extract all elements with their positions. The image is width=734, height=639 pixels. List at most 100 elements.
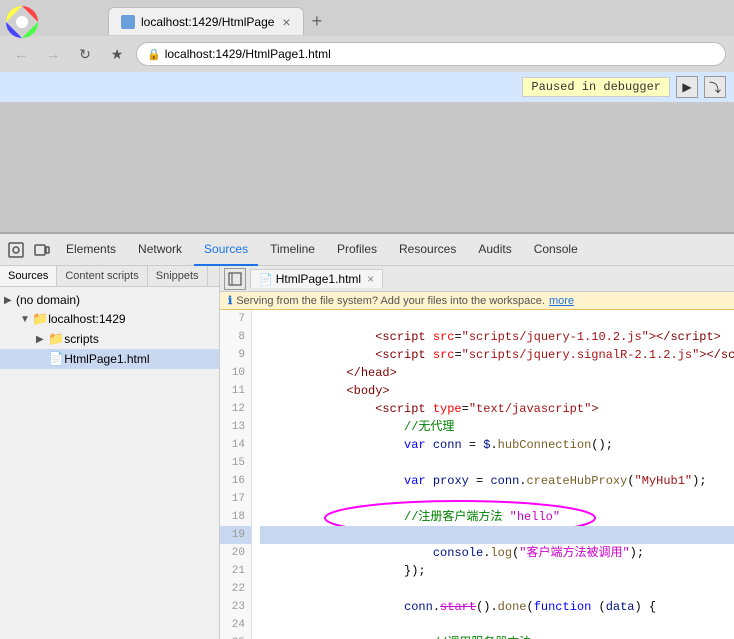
tab-console[interactable]: Console [524, 234, 588, 266]
code-line-21 [260, 562, 734, 580]
browser-content-area [0, 102, 734, 232]
line-num-25: 25 [220, 634, 251, 639]
line-num-11: 11 [220, 382, 251, 400]
active-tab[interactable]: localhost:1429/HtmlPage × [108, 7, 304, 35]
refresh-button[interactable]: ↻ [72, 41, 98, 67]
tab-elements[interactable]: Elements [56, 234, 126, 266]
sidebar-panel: Sources Content scripts Snippets ▶ (no d… [0, 266, 220, 639]
sidebar-tab-snippets[interactable]: Snippets [148, 266, 208, 286]
debugger-banner: Paused in debugger ▶ ⤵ [0, 72, 734, 102]
new-tab-button[interactable]: + [312, 12, 323, 30]
tree-item-htmlpage[interactable]: 📄 HtmlPage1.html [0, 349, 219, 369]
line-num-23: 23 [220, 598, 251, 616]
tab-favicon [121, 15, 135, 29]
code-line-25: proxy.invoke("Hello"); [260, 634, 734, 639]
line-num-14: 14 [220, 436, 251, 454]
code-line-15: var proxy = conn.createHubProxy("MyHub1"… [260, 454, 734, 472]
line-num-19: 19 [220, 526, 251, 544]
code-tab-close-button[interactable]: × [367, 272, 374, 286]
inspect-element-button[interactable] [4, 238, 28, 262]
tree-item-localhost[interactable]: ▼ 📁 localhost:1429 [0, 309, 219, 329]
file-tree: ▶ (no domain) ▼ 📁 localhost:1429 ▶ 📁 scr… [0, 287, 219, 639]
bookmark-button[interactable]: ★ [104, 41, 130, 67]
tab-close-button[interactable]: × [282, 15, 290, 29]
info-bar: ℹ Serving from the file system? Add your… [220, 292, 734, 310]
tree-label-no-domain: (no domain) [16, 293, 80, 307]
code-line-22: conn.start().done(function (data) { [260, 580, 734, 598]
line-num-9: 9 [220, 346, 251, 364]
code-tab-htmlpage[interactable]: 📄 HtmlPage1.html × [250, 269, 383, 288]
line-numbers: 7 8 9 10 11 12 13 14 15 16 17 18 19 20 2… [220, 310, 252, 639]
code-lines: <script src="scripts/jquery-1.10.2.js"><… [252, 310, 734, 639]
line-num-10: 10 [220, 364, 251, 382]
code-line-13: var conn = $.hubConnection(); [260, 418, 734, 436]
tab-sources[interactable]: Sources [194, 234, 258, 266]
line-num-22: 22 [220, 580, 251, 598]
address-text: localhost:1429/HtmlPage1.html [165, 47, 331, 61]
tab-audits[interactable]: Audits [468, 234, 521, 266]
line-num-7: 7 [220, 310, 251, 328]
tree-arrow: ▶ [4, 295, 16, 306]
line-num-24: 24 [220, 616, 251, 634]
code-tabs: 📄 HtmlPage1.html × [220, 266, 734, 292]
line-num-8: 8 [220, 328, 251, 346]
tree-label-localhost: localhost:1429 [48, 312, 125, 326]
code-line-7: <script src="scripts/jquery-1.10.2.js"><… [260, 310, 734, 328]
tab-timeline[interactable]: Timeline [260, 234, 325, 266]
code-tab-file-icon: 📄 [259, 273, 273, 286]
address-bar[interactable]: 🔒 localhost:1429/HtmlPage1.html [136, 42, 726, 66]
tab-title: localhost:1429/HtmlPage [141, 15, 274, 29]
devtools-body: Sources Content scripts Snippets ▶ (no d… [0, 266, 734, 639]
code-line-8: <script src="scripts/jquery.signalR-2.1.… [260, 328, 734, 346]
line-num-16: 16 [220, 472, 251, 490]
tree-label-scripts: scripts [64, 332, 99, 346]
info-more-link[interactable]: more [549, 295, 574, 307]
code-line-18: proxy.on("hello", function (data) { data… [260, 508, 734, 526]
code-line-9: </head> [260, 346, 734, 364]
tab-network[interactable]: Network [128, 234, 192, 266]
tree-item-scripts[interactable]: ▶ 📁 scripts [0, 329, 219, 349]
info-icon: ℹ [228, 294, 232, 307]
code-panel: 📄 HtmlPage1.html × ℹ Serving from the fi… [220, 266, 734, 639]
code-area[interactable]: 7 8 9 10 11 12 13 14 15 16 17 18 19 20 2… [220, 310, 734, 639]
sidebar-tab-content-scripts[interactable]: Content scripts [57, 266, 147, 286]
sources-panel-icon[interactable] [224, 268, 246, 290]
sidebar-tab-sources[interactable]: Sources [0, 266, 57, 286]
code-line-19: console.log("客户端方法被调用"); [260, 526, 734, 544]
debugger-text: Paused in debugger [522, 77, 670, 97]
code-line-12: //无代理 [260, 400, 734, 418]
code-line-14 [260, 436, 734, 454]
sidebar-tabs: Sources Content scripts Snippets [0, 266, 219, 287]
file-icon-htmlpage: 📄 [48, 351, 64, 367]
code-line-16 [260, 472, 734, 490]
resume-button[interactable]: ▶ [676, 76, 698, 98]
tab-profiles[interactable]: Profiles [327, 234, 387, 266]
code-line-10: <body> [260, 364, 734, 382]
tree-arrow-localhost: ▼ [20, 314, 32, 325]
tab-bar: localhost:1429/HtmlPage × + [0, 0, 734, 36]
tree-label-htmlpage: HtmlPage1.html [64, 352, 149, 366]
code-line-24: //调用服务器方法 [260, 616, 734, 634]
devtools-toolbar: Elements Network Sources Timeline Profil… [0, 234, 734, 266]
code-line-20: }); [260, 544, 734, 562]
tree-arrow-scripts: ▶ [36, 334, 48, 345]
code-tab-title: HtmlPage1.html [276, 272, 361, 286]
info-text: Serving from the file system? Add your f… [236, 295, 545, 307]
line-num-20: 20 [220, 544, 251, 562]
line-num-12: 12 [220, 400, 251, 418]
line-num-21: 21 [220, 562, 251, 580]
line-num-18: 18 [220, 508, 251, 526]
device-mode-button[interactable] [30, 238, 54, 262]
tab-resources[interactable]: Resources [389, 234, 466, 266]
devtools-panel: Elements Network Sources Timeline Profil… [0, 232, 734, 639]
step-button[interactable]: ⤵ [704, 76, 726, 98]
line-num-13: 13 [220, 418, 251, 436]
tree-item-no-domain[interactable]: ▶ (no domain) [0, 291, 219, 309]
folder-icon-localhost: 📁 [32, 311, 48, 327]
line-num-15: 15 [220, 454, 251, 472]
folder-icon-scripts: 📁 [48, 331, 64, 347]
address-bar-row: ← → ↻ ★ 🔒 localhost:1429/HtmlPage1.html [0, 36, 734, 72]
code-line-11: <script type="text/javascript"> [260, 382, 734, 400]
code-line-17: //注册客户端方法 "hello" [260, 490, 734, 508]
line-num-17: 17 [220, 490, 251, 508]
